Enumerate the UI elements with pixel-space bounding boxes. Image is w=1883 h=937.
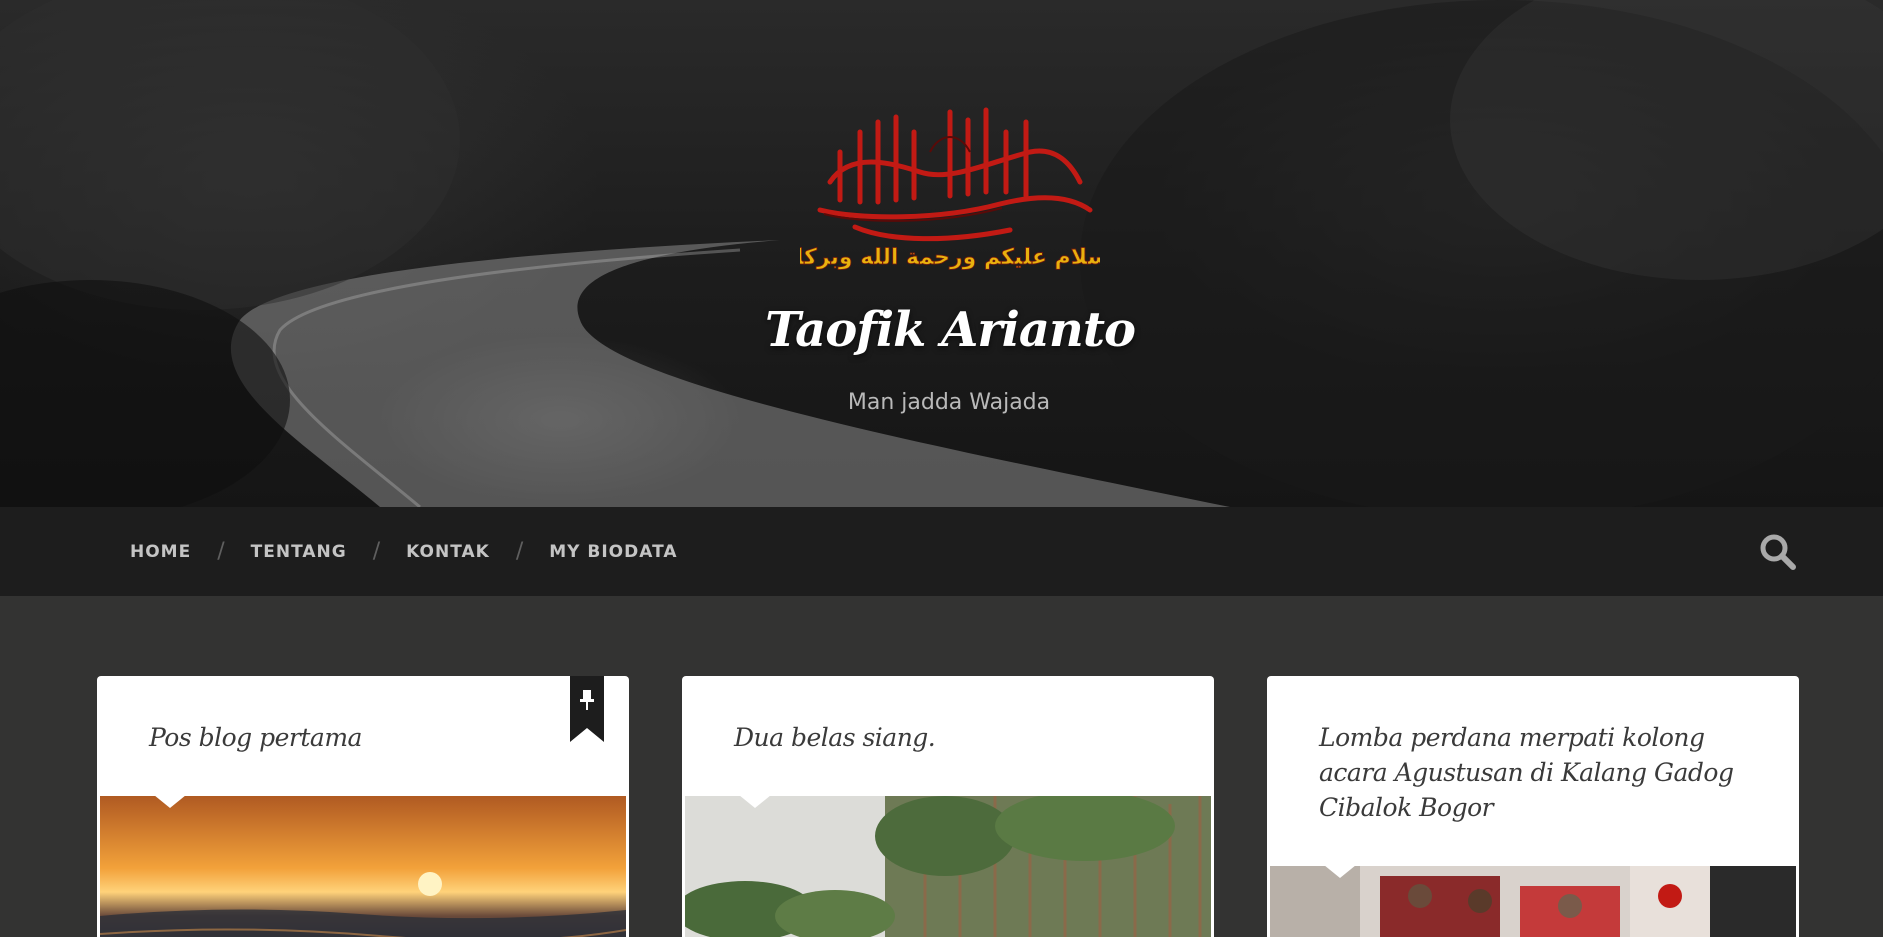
site-tagline: Man jadda Wajada [847,390,1051,415]
nav-menu: HOME / TENTANG / KONTAK / MY BIODATA [130,507,678,596]
post-card[interactable]: Dua belas siang. [682,676,1214,937]
main-navigation: HOME / TENTANG / KONTAK / MY BIODATA [0,507,1883,596]
image-notch [1324,866,1356,878]
pine-forest-image [685,796,1211,937]
post-card[interactable]: Lomba perdana merpati kolong acara Agust… [1267,676,1799,937]
post-featured-image[interactable] [685,796,1211,937]
nav-item-kontak[interactable]: KONTAK [406,542,490,562]
post-title[interactable]: Pos blog pertama [149,720,569,755]
post-featured-image[interactable] [100,796,626,937]
nav-separator: / [515,539,524,564]
nav-item-my-biodata[interactable]: MY BIODATA [549,542,677,562]
search-icon [1760,534,1796,570]
image-notch [154,796,186,808]
post-card[interactable]: Pos blog pertama [97,676,629,937]
nav-separator: / [372,539,381,564]
logo-greeting-text: السلام عليكم ورحمة الله وبركاته [800,245,1100,270]
post-featured-image[interactable] [1270,866,1796,937]
nav-item-tentang[interactable]: TENTANG [251,542,347,562]
nav-item-home[interactable]: HOME [130,542,191,562]
arabic-calligraphy-logo-icon: السلام عليكم ورحمة الله وبركاته [774,107,1126,270]
sunset-sea-image [100,796,626,937]
site-logo[interactable]: السلام عليكم ورحمة الله وبركاته [774,92,1126,270]
post-title[interactable]: Lomba perdana merpati kolong acara Agust… [1319,720,1739,825]
nav-separator: / [217,539,225,564]
site-header: السلام عليكم ورحمة الله وبركاته Taofik A… [0,0,1883,507]
search-button[interactable] [1758,532,1798,572]
image-notch [739,796,771,808]
sticky-post-badge [570,676,604,742]
post-title[interactable]: Dua belas siang. [734,720,1154,755]
site-title[interactable]: Taofik Arianto [0,302,1883,358]
